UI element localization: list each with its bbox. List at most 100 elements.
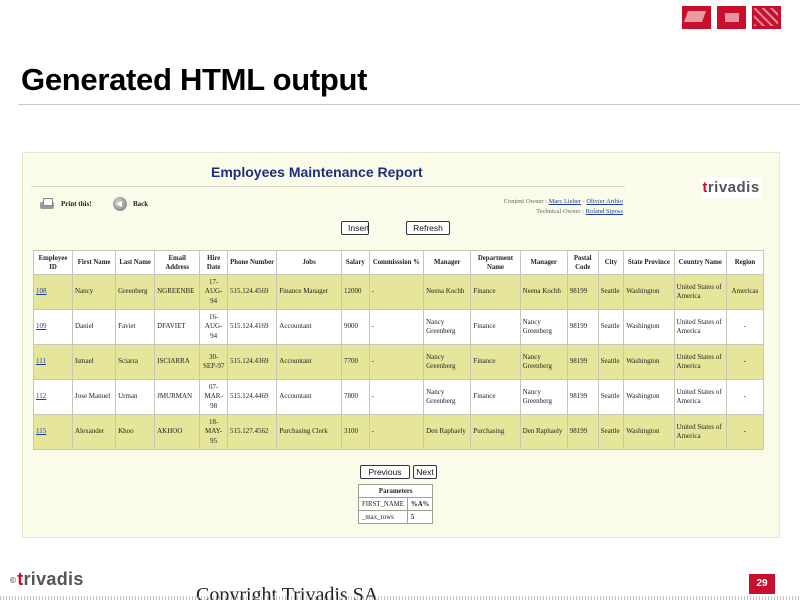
table-cell: United States of America [673, 414, 727, 450]
table-cell: Neena Kochh [519, 274, 568, 310]
employee-id-cell[interactable]: 109 [33, 309, 73, 345]
table-cell: Ismael [71, 344, 117, 380]
employee-id-link[interactable]: 111 [36, 357, 46, 365]
employee-id-link[interactable]: 115 [36, 427, 46, 435]
employee-id-link[interactable]: 108 [36, 287, 47, 295]
table-cell: Den Raphaely [519, 414, 568, 450]
table-cell: - [725, 379, 765, 415]
page-number: 29 [749, 574, 775, 594]
table-cell: Washington [623, 309, 675, 345]
table-cell: - [368, 379, 425, 415]
table-cell: - [368, 414, 425, 450]
employee-id-cell[interactable]: 115 [33, 414, 73, 450]
print-label: Print this! [61, 200, 92, 208]
employee-id-cell[interactable]: 112 [33, 379, 73, 415]
back-label: Back [133, 200, 149, 208]
table-cell: Finance [470, 379, 521, 415]
table-cell: ISCIARRA [154, 344, 201, 380]
table-cell: 12000 [340, 274, 370, 310]
content-owner-label: Content Owner : [503, 198, 547, 205]
table-cell: Nancy Greenberg [423, 344, 472, 380]
table-cell: 3100 [340, 414, 370, 450]
column-header: City [597, 250, 625, 275]
column-header: Phone Number [226, 250, 278, 275]
table-cell: - [368, 274, 425, 310]
table-cell: 7800 [340, 379, 370, 415]
table-cell: - [725, 414, 765, 450]
table-cell: 16-AUG-94 [199, 309, 228, 345]
report-divider [31, 186, 625, 187]
column-header: Hire Date [199, 250, 228, 275]
previous-button[interactable]: Previous [360, 465, 410, 479]
table-cell: Washington [623, 414, 675, 450]
parameters-header-row: Parameters [357, 484, 434, 498]
print-button[interactable]: Print this! [39, 197, 92, 211]
insert-button[interactable]: Insert [341, 221, 369, 235]
employee-id-cell[interactable]: 108 [33, 274, 73, 310]
table-cell: Washington [623, 274, 675, 310]
table-cell: Sciarra [115, 344, 156, 380]
parameters-table: Parameters FIRST_NAME %A% _max_rows 5 [357, 484, 434, 524]
content-owner-link[interactable]: Olivier Arthio [586, 198, 623, 205]
owners-info: Content Owner : Marc Lieber - Olivier Ar… [503, 198, 623, 215]
table-cell: Khoo [115, 414, 156, 450]
table-cell: Accountant [276, 379, 342, 415]
parameter-value: 5 [406, 510, 434, 524]
slide-title: Generated HTML output [21, 62, 368, 97]
table-cell: 515.124.4569 [226, 274, 278, 310]
table-cell: DFAVIET [154, 309, 201, 345]
table-cell: 18-MAY-95 [199, 414, 228, 450]
parameter-name: FIRST_NAME [358, 497, 408, 511]
table-cell: United States of America [673, 379, 727, 415]
table-row: 109 Daniel Faviet DFAVIET 16-AUG-94 515.… [33, 309, 765, 345]
report-panel: Employees Maintenance Report trivadis Pr… [22, 152, 780, 538]
footer-divider [0, 596, 800, 600]
column-header: Postal Code [566, 250, 599, 275]
employee-id-link[interactable]: 112 [36, 392, 46, 400]
table-cell: Washington [623, 344, 675, 380]
column-header: Country Name [673, 250, 727, 275]
content-owner-link[interactable]: Marc Lieber [549, 198, 581, 205]
table-cell: Den Raphaely [423, 414, 472, 450]
brand-square-icon [717, 6, 746, 29]
technical-owner-link[interactable]: Roland Siposs [586, 208, 623, 215]
employee-id-cell[interactable]: 111 [33, 344, 73, 380]
parameters-header: Parameters [357, 484, 434, 498]
column-header: Commisssion % [368, 250, 425, 275]
table-cell: 98199 [566, 309, 599, 345]
table-cell: 515.124.4369 [226, 344, 278, 380]
printer-icon [39, 197, 55, 211]
parameter-row: FIRST_NAME %A% [358, 497, 434, 511]
table-cell: Finance [470, 274, 521, 310]
column-header: State Province [623, 250, 675, 275]
table-cell: Seattle [597, 309, 625, 345]
back-button[interactable]: Back [113, 197, 148, 211]
next-button[interactable]: Next [413, 465, 437, 479]
table-header-row: Employee ID First Name Last Name Email A… [33, 250, 765, 275]
employee-id-link[interactable]: 109 [36, 322, 47, 330]
parameter-row: _max_rows 5 [358, 510, 434, 524]
table-cell: United States of America [673, 309, 727, 345]
table-row: 108 Nancy Greenberg NGREENBE 17-AUG-94 5… [33, 274, 765, 310]
table-cell: AKHOO [154, 414, 201, 450]
column-header: Jobs [276, 250, 342, 275]
table-cell: Finance [470, 309, 521, 345]
table-cell: 07-MAR-98 [199, 379, 228, 415]
column-header: Email Address [154, 250, 201, 275]
brand-squares [682, 6, 781, 29]
column-header: Salary [340, 250, 370, 275]
table-cell: Accountant [276, 344, 342, 380]
brand-square-icon [682, 6, 711, 29]
table-cell: Finance Manager [276, 274, 342, 310]
table-cell: 98199 [566, 274, 599, 310]
column-header: Manager [519, 250, 568, 275]
table-cell: Finance [470, 344, 521, 380]
table-cell: - [368, 344, 425, 380]
table-cell: Nancy [71, 274, 117, 310]
table-cell: 30-SEP-97 [199, 344, 228, 380]
table-row: 112 Jose Manuel Urman JMURMAN 07-MAR-98 … [33, 379, 765, 415]
table-cell: NGREENBE [154, 274, 201, 310]
refresh-button[interactable]: Refresh [406, 221, 450, 235]
employees-table: Employee ID First Name Last Name Email A… [33, 250, 765, 450]
parameter-value: %A% [406, 497, 434, 511]
